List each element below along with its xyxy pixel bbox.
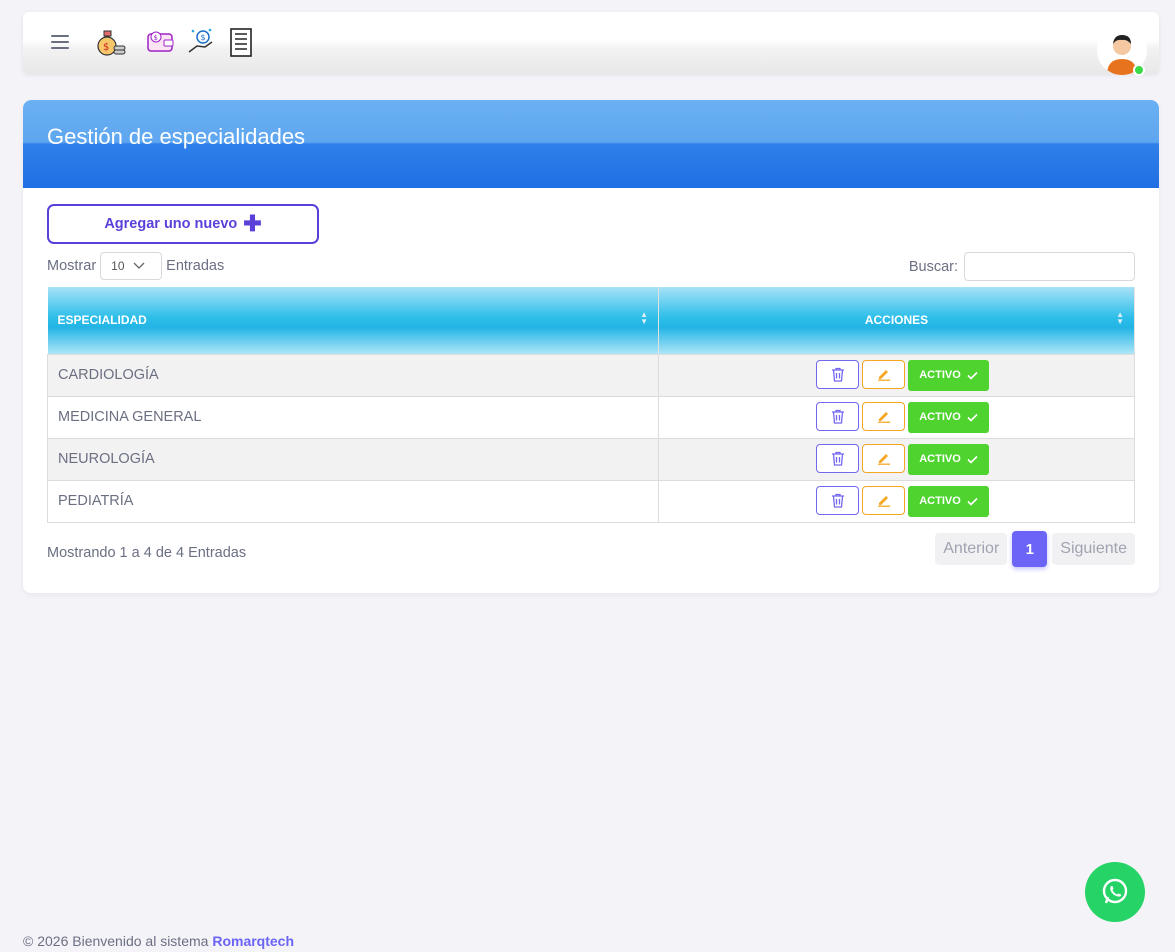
table-row: MEDICINA GENERAL ACTIVO [47, 395, 1135, 439]
length-prefix: Mostrar [47, 258, 97, 274]
page-title: Gestión de especialidades [47, 124, 306, 149]
pagination: Anterior 1 Siguiente [935, 531, 1135, 567]
column-header-acciones[interactable]: ACCIONES ▲ ▼ [658, 287, 1135, 354]
status-toggle-button[interactable]: ACTIVO [908, 359, 989, 391]
specialty-name: CARDIOLOGÍA [47, 353, 659, 397]
svg-text:$: $ [154, 34, 158, 42]
add-new-button[interactable]: Agregar uno nuevo ✚ [47, 204, 319, 244]
search-input[interactable] [964, 252, 1135, 281]
pencil-icon [877, 370, 890, 381]
trash-icon [831, 367, 844, 382]
specialty-name: PEDIATRÍA [47, 479, 659, 523]
table-info: Mostrando 1 a 4 de 4 Entradas [47, 545, 247, 561]
table-row: NEUROLOGÍA ACTIVO [47, 437, 1135, 481]
status-toggle-button[interactable]: ACTIVO [908, 485, 989, 517]
check-icon [967, 455, 978, 464]
entries-length-control: Mostrar 10 Entradas [47, 252, 224, 280]
top-navbar: $ $ $ [23, 12, 1159, 76]
table-row: CARDIOLOGÍA ACTIVO [47, 353, 1135, 397]
svg-text:$: $ [201, 33, 206, 42]
edit-button[interactable] [862, 359, 905, 389]
length-suffix: Entradas [166, 258, 225, 274]
row-actions: ACTIVO [658, 353, 1135, 397]
specialty-name: NEUROLOGÍA [47, 437, 659, 481]
column-header-especialidad[interactable]: ESPECIALIDAD ▲ ▼ [47, 287, 659, 354]
chevron-down-icon [133, 262, 144, 269]
previous-page-button[interactable]: Anterior [935, 533, 1008, 565]
pencil-icon [877, 454, 890, 465]
whatsapp-icon [1102, 878, 1128, 904]
length-value: 10 [111, 259, 125, 273]
row-actions: ACTIVO [658, 437, 1135, 481]
status-label: ACTIVO [919, 411, 961, 423]
page-1-button[interactable]: 1 [1012, 531, 1048, 567]
edit-button[interactable] [862, 485, 905, 515]
edit-button[interactable] [862, 443, 905, 473]
money-bag-icon[interactable]: $ [95, 26, 127, 58]
wallet-icon[interactable]: $ [145, 26, 177, 58]
whatsapp-button[interactable] [1085, 862, 1145, 922]
svg-text:$: $ [103, 42, 109, 53]
footer-brand-link[interactable]: Romarqtech [212, 933, 294, 949]
specialties-table: ESPECIALIDAD ▲ ▼ ACCIONES ▲ ▼ CARDIOLOGÍA [47, 287, 1135, 523]
plus-icon: ✚ [243, 211, 262, 236]
payment-hand-icon[interactable]: $ [185, 26, 217, 58]
length-select[interactable]: 10 [100, 252, 163, 280]
calculator-list-icon[interactable] [225, 26, 257, 58]
trash-icon [831, 493, 844, 508]
table-row: PEDIATRÍA ACTIVO [47, 479, 1135, 523]
specialty-name: MEDICINA GENERAL [47, 395, 659, 439]
row-actions: ACTIVO [658, 479, 1135, 523]
status-label: ACTIVO [919, 453, 961, 465]
search-control: Buscar: [909, 252, 1135, 281]
trash-icon [831, 451, 844, 466]
next-page-button[interactable]: Siguiente [1052, 533, 1135, 565]
row-actions: ACTIVO [658, 395, 1135, 439]
delete-button[interactable] [816, 443, 859, 473]
delete-button[interactable] [816, 401, 859, 431]
check-icon [967, 497, 978, 506]
status-toggle-button[interactable]: ACTIVO [908, 401, 989, 433]
sort-icon: ▲ ▼ [1116, 310, 1124, 326]
check-icon [967, 371, 978, 380]
status-toggle-button[interactable]: ACTIVO [908, 443, 989, 475]
pencil-icon [877, 496, 890, 507]
status-label: ACTIVO [919, 369, 961, 381]
status-label: ACTIVO [919, 495, 961, 507]
check-icon [967, 413, 978, 422]
trash-icon [831, 409, 844, 424]
pencil-icon [877, 412, 890, 423]
menu-icon[interactable] [51, 35, 69, 49]
footer-text: © 2026 Bienvenido al sistema [23, 933, 213, 949]
search-label: Buscar: [908, 258, 958, 275]
sort-icon: ▲ ▼ [640, 310, 648, 326]
specialties-card: Gestión de especialidades Agregar uno nu… [23, 100, 1159, 593]
add-new-label: Agregar uno nuevo [104, 216, 238, 232]
edit-button[interactable] [862, 401, 905, 431]
delete-button[interactable] [816, 359, 859, 389]
footer: © 2026 Bienvenido al sistema Romarqtech [23, 933, 294, 949]
delete-button[interactable] [816, 485, 859, 515]
online-status-indicator [1133, 64, 1145, 76]
